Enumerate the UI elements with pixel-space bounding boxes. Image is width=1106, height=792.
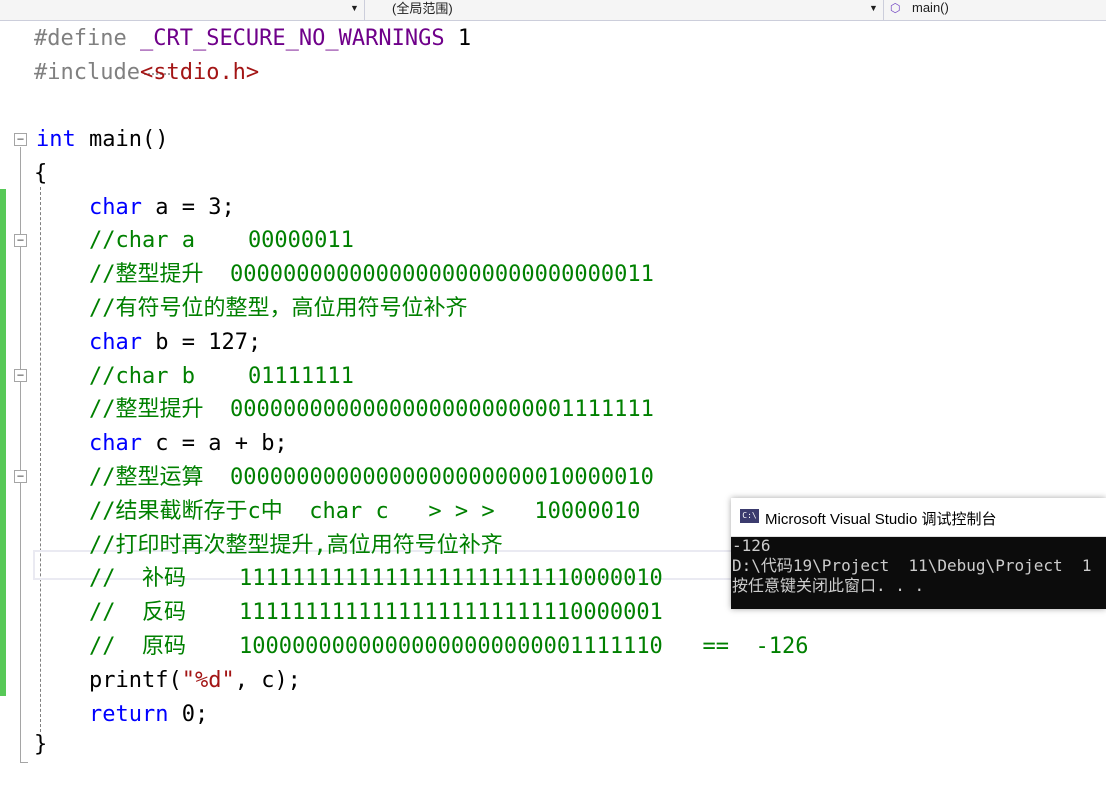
code-editor[interactable]: − − − − #define _CRT_SECURE_NO_WARNINGS … [0,21,1106,792]
console-output-line: 按任意键关闭此窗口. . . [732,576,925,595]
console-title: Microsoft Visual Studio 调试控制台 [765,511,997,528]
chevron-down-icon[interactable]: ▼ [869,0,878,17]
code-line-9: //有符号位的整型，高位用符号位补齐 [89,296,468,321]
code-line-4: int main() [36,127,169,152]
function-label[interactable]: main() [912,0,949,15]
code-line-11: //char b 01111111 [89,364,354,389]
scope-dropdown[interactable]: (全局范围) ▼ [365,0,881,19]
code-line-21: return 0; [89,702,209,727]
code-line-16: //打印时再次整型提升,高位用符号位补齐 [89,533,503,558]
collapse-icon[interactable]: − [14,369,27,382]
collapse-icon[interactable]: − [14,470,27,483]
navigation-bar: ▼ (全局范围) ▼ ⬡ main() [0,0,1106,21]
code-line-18: // 反码 11111111111111111111111110000001 [89,600,663,625]
function-cube-icon: ⬡ [890,1,901,15]
code-line-5: { [34,161,48,186]
collapse-icon[interactable]: − [14,133,27,146]
console-output-line: D:\代码19\Project 11\Debug\Project 1 [732,556,1092,575]
project-dropdown[interactable]: ▼ [0,0,362,19]
code-line-19: // 原码 10000000000000000000000001111110 =… [89,634,809,659]
code-line-20: printf("%d", c); [89,668,301,693]
change-indicator [0,189,6,696]
code-line-14: //整型运算 00000000000000000000000010000010 [89,465,654,490]
code-line-12: //整型提升 00000000000000000000000001111111 [89,397,654,422]
code-line-10: char b = 127; [89,330,262,355]
code-line-7: //char a 00000011 [89,228,354,253]
indent-guide [40,187,41,732]
fold-line-end [20,762,28,764]
code-line-6: char a = 3; [89,195,235,220]
console-titlebar[interactable]: C:\ Microsoft Visual Studio 调试控制台 [731,498,1106,537]
code-line-13: char c = a + b; [89,431,288,456]
debug-console-window[interactable]: C:\ Microsoft Visual Studio 调试控制台 -126 D… [731,498,1106,609]
collapse-icon[interactable]: − [14,234,27,247]
code-line-1: #define _CRT_SECURE_NO_WARNINGS 1 [34,26,472,51]
divider [883,0,884,20]
scope-label: (全局范围) [392,1,453,16]
code-line-15: //结果截断存于c中 char c > > > 10000010 [89,499,641,524]
code-line-2: #include<stdio.h> [34,60,260,85]
console-output-line: -126 [732,536,771,555]
chevron-down-icon[interactable]: ▼ [350,0,359,17]
console-app-icon: C:\ [740,509,759,523]
code-line-22: } [34,732,48,757]
code-line-8: //整型提升 00000000000000000000000000000011 [89,262,654,287]
code-line-17: // 补码 11111111111111111111111110000010 [89,566,663,591]
